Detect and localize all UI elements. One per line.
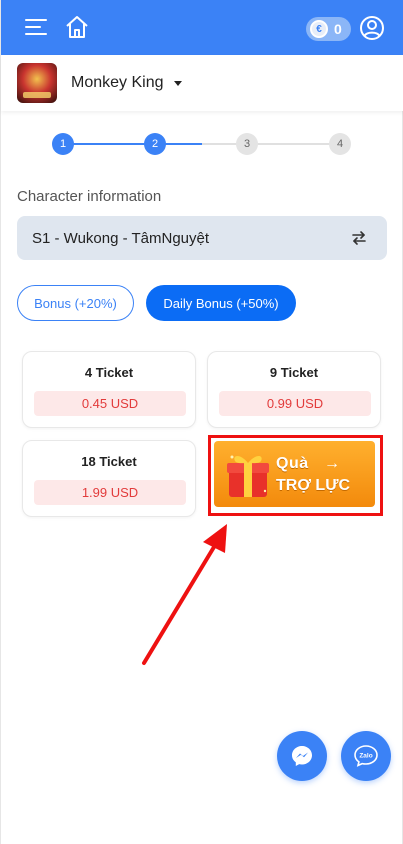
ticket-price: 0.99 USD [219,391,371,416]
daily-bonus-tab[interactable]: Daily Bonus (+50%) [146,285,296,321]
ticket-card-4[interactable]: 4 Ticket 0.45 USD [22,351,196,428]
ticket-title: 4 Ticket [84,365,134,380]
ticket-card-18[interactable]: 18 Ticket 1.99 USD [22,440,196,517]
promo-line1: Quà [276,455,309,472]
coin-balance[interactable]: € 0 [306,17,351,41]
home-icon[interactable] [64,14,90,40]
game-logo [17,63,57,103]
swap-icon [352,231,366,245]
coin-count: 0 [334,21,342,37]
step-3: 3 [236,133,258,155]
arrow-right-icon: → [324,455,340,472]
zalo-button[interactable]: Zalo [341,731,391,781]
game-selector[interactable]: Monkey King [1,55,403,111]
menu-icon[interactable] [25,17,47,37]
zalo-label: Zalo [359,753,372,760]
coin-icon: € [310,20,328,38]
character-value: S1 - Wukong - TâmNguyệt [32,229,210,247]
app-frame: € 0 Monkey King 1 2 3 4 Character inform… [0,0,403,844]
ticket-title: 9 Ticket [269,365,319,380]
user-icon[interactable] [359,15,385,41]
messenger-button[interactable] [277,731,327,781]
caret-down-icon [173,80,182,86]
support-gift-button[interactable]: Quà → TRỢ LỰC [214,441,375,507]
character-select[interactable]: S1 - Wukong - TâmNguyệt [17,216,387,260]
zalo-icon: Zalo [354,745,378,767]
annotation-arrow [142,524,227,665]
character-info-label: Character information [17,188,162,205]
ticket-price: 1.99 USD [34,480,186,505]
promo-line2: TRỢ LỰC [276,477,351,494]
bonus-tab[interactable]: Bonus (+20%) [17,285,134,321]
step-1: 1 [52,133,74,155]
top-bar: € 0 [1,0,403,55]
progress-stepper: 1 2 3 4 [1,130,403,158]
ticket-price: 0.45 USD [34,391,186,416]
messenger-icon [292,746,312,766]
ticket-card-9[interactable]: 9 Ticket 0.99 USD [207,351,381,428]
step-4: 4 [329,133,351,155]
gift-icon [227,455,269,497]
ticket-title: 18 Ticket [81,454,137,469]
step-connector-1 [63,143,155,145]
game-name: Monkey King [71,74,164,91]
step-2: 2 [144,133,166,155]
step-connector-remaining [202,143,340,145]
